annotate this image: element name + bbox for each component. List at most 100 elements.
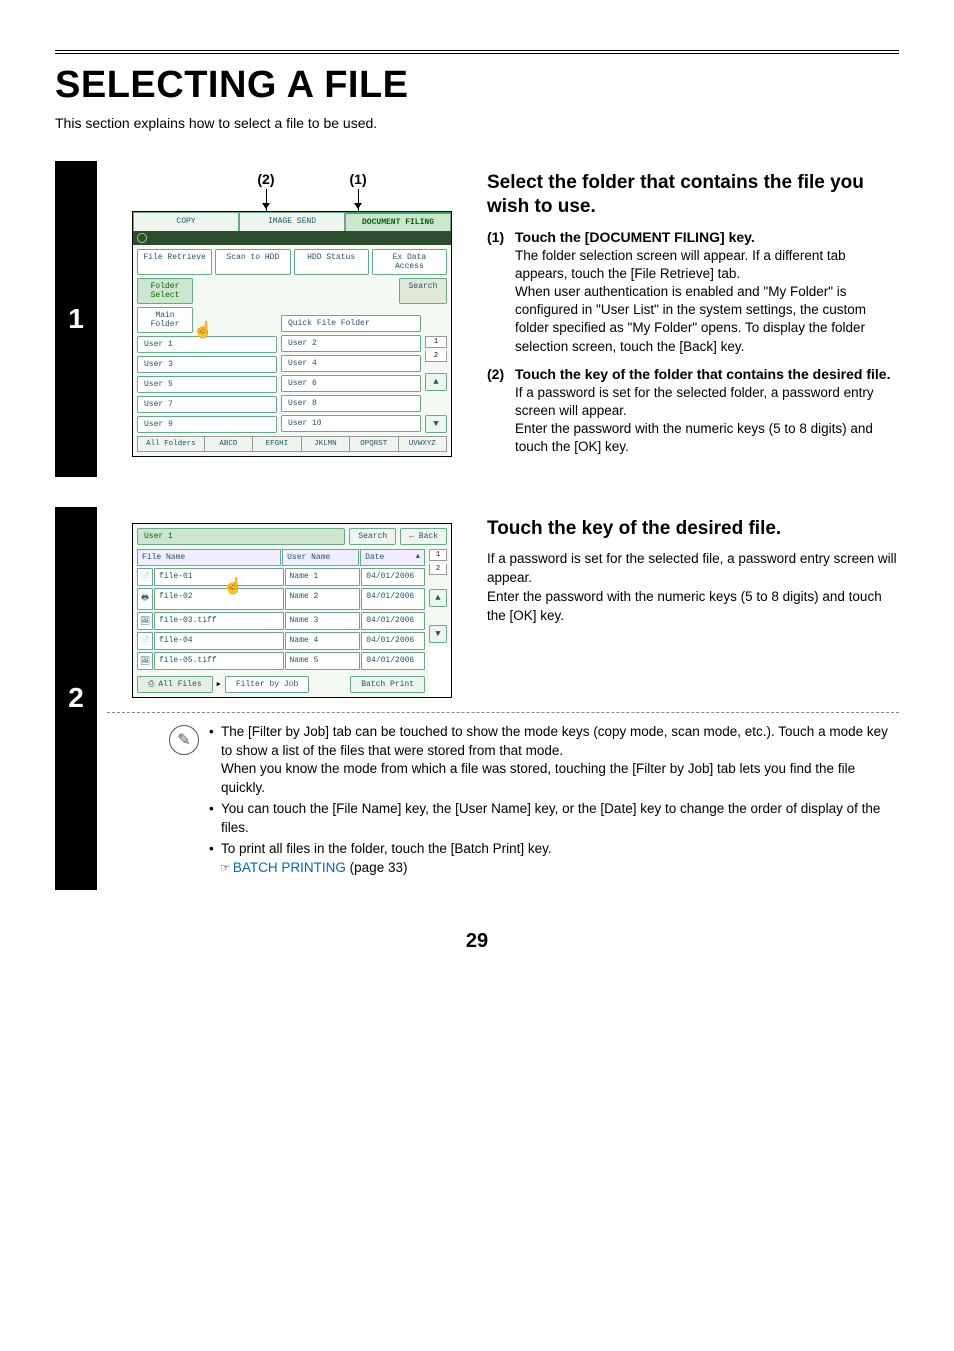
file-date-cell: 04/01/2006 bbox=[361, 568, 425, 586]
hdd-status-tab[interactable]: HDD Status bbox=[294, 249, 369, 275]
file-name-cell: file-01 bbox=[154, 568, 284, 586]
folder-user-9[interactable]: User 9 bbox=[137, 416, 277, 433]
folder-select-screenshot: COPY IMAGE SEND DOCUMENT FILING File Ret… bbox=[132, 211, 452, 457]
step-2-heading: Touch the key of the desired file. bbox=[487, 517, 899, 541]
tab-image-send[interactable]: IMAGE SEND bbox=[239, 212, 345, 231]
batch-print-button[interactable]: Batch Print bbox=[350, 676, 425, 693]
file-user-cell: Name 4 bbox=[285, 632, 361, 650]
file-row[interactable]: 🖼file-03.tiffName 304/01/2006 bbox=[137, 612, 425, 630]
folder-user-7[interactable]: User 7 bbox=[137, 396, 277, 413]
intro-text: This section explains how to select a fi… bbox=[55, 115, 899, 131]
file-row[interactable]: 📄file-01Name 104/01/2006 bbox=[137, 568, 425, 586]
file-user-cell: Name 3 bbox=[285, 612, 361, 630]
tab-copy[interactable]: COPY bbox=[133, 212, 239, 231]
filter-by-job-tab[interactable]: Filter by Job bbox=[225, 676, 309, 693]
clock-icon bbox=[137, 233, 147, 243]
sort-icon: ▲ bbox=[416, 553, 420, 561]
quick-file-folder-button[interactable]: Quick File Folder bbox=[281, 315, 421, 332]
header-user-name[interactable]: User Name bbox=[282, 549, 359, 566]
scan-to-hdd-tab[interactable]: Scan to HDD bbox=[215, 249, 290, 275]
sub-2-num: (2) bbox=[487, 366, 515, 382]
file-row[interactable]: 🖼file-05.tiffName 504/01/2006 bbox=[137, 652, 425, 670]
note-item-3: To print all files in the folder, touch … bbox=[209, 840, 899, 878]
alpha-tab-abcd[interactable]: ABCD bbox=[204, 436, 252, 452]
all-files-tab[interactable]: ⎙All Files bbox=[137, 676, 213, 693]
folder-name-label: User 1 bbox=[137, 528, 345, 545]
folder-select-label: Folder Select bbox=[137, 278, 193, 304]
callout-1: (1) bbox=[350, 171, 367, 205]
file-name-cell: file-02 bbox=[154, 588, 284, 610]
page-indicator-top: 1 bbox=[425, 336, 447, 348]
sub-2-body: If a password is set for the selected fo… bbox=[515, 384, 899, 457]
file-date-cell: 04/01/2006 bbox=[361, 612, 425, 630]
file-date-cell: 04/01/2006 bbox=[361, 588, 425, 610]
pencil-note-icon: ✎ bbox=[169, 725, 199, 755]
page-indicator-top: 1 bbox=[429, 549, 447, 561]
alpha-tab-uvwxyz[interactable]: UVWXYZ bbox=[398, 436, 447, 452]
file-retrieve-tab[interactable]: File Retrieve bbox=[137, 249, 212, 275]
batch-printing-link[interactable]: BATCH PRINTING bbox=[233, 860, 346, 875]
stack-icon: ⎙ bbox=[148, 680, 154, 689]
back-button[interactable]: ← Back bbox=[400, 528, 447, 545]
tab-document-filing[interactable]: DOCUMENT FILING bbox=[345, 212, 451, 231]
step-number-col: 2 bbox=[55, 507, 97, 890]
file-row[interactable]: 📄file-04Name 404/01/2006 bbox=[137, 632, 425, 650]
scroll-down-button[interactable]: ▼ bbox=[425, 415, 447, 433]
header-date[interactable]: Date▲ bbox=[360, 549, 425, 566]
note-item-1: The [Filter by Job] tab can be touched t… bbox=[209, 723, 899, 799]
chevron-right-icon: ▶ bbox=[217, 680, 221, 689]
search-button[interactable]: Search bbox=[399, 278, 447, 304]
file-list-screenshot: User 1 Search ← Back File Name User Name… bbox=[132, 523, 452, 698]
step-2-number: 2 bbox=[68, 682, 84, 714]
search-button[interactable]: Search bbox=[349, 528, 396, 545]
step-2-desc: If a password is set for the selected fi… bbox=[487, 550, 899, 626]
file-type-icon: 📄 bbox=[137, 568, 153, 586]
file-row[interactable]: 🖶file-02Name 204/01/2006 bbox=[137, 588, 425, 610]
note-item-2: You can touch the [File Name] key, the [… bbox=[209, 800, 899, 838]
scroll-up-button[interactable]: ▲ bbox=[425, 373, 447, 391]
step-1-heading: Select the folder that contains the file… bbox=[487, 171, 899, 219]
header-file-name[interactable]: File Name bbox=[137, 549, 281, 566]
file-user-cell: Name 5 bbox=[285, 652, 361, 670]
folder-user-10[interactable]: User 10 bbox=[281, 415, 421, 432]
main-folder-button[interactable]: Main Folder bbox=[137, 307, 193, 333]
sub-1-body: The folder selection screen will appear.… bbox=[515, 247, 899, 356]
page-title: SELECTING A FILE bbox=[55, 64, 899, 107]
file-date-cell: 04/01/2006 bbox=[361, 652, 425, 670]
file-date-cell: 04/01/2006 bbox=[361, 632, 425, 650]
scroll-up-button[interactable]: ▲ bbox=[429, 589, 447, 607]
file-user-cell: Name 1 bbox=[285, 568, 361, 586]
step-number-col: 1 bbox=[55, 161, 97, 477]
alpha-tab-jklmn[interactable]: JKLMN bbox=[301, 436, 349, 452]
dashed-separator bbox=[107, 712, 899, 713]
folder-user-1[interactable]: User 1 bbox=[137, 336, 277, 353]
file-type-icon: 🖼 bbox=[137, 612, 153, 630]
scroll-down-button[interactable]: ▼ bbox=[429, 625, 447, 643]
sub-1-num: (1) bbox=[487, 229, 515, 245]
file-user-cell: Name 2 bbox=[285, 588, 361, 610]
file-type-icon: 🖶 bbox=[137, 588, 153, 610]
step-1: 1 (2) (1) COPY IMAGE SEND DOCUMENT FILIN… bbox=[55, 161, 899, 477]
file-name-cell: file-03.tiff bbox=[154, 612, 284, 630]
file-name-cell: file-05.tiff bbox=[154, 652, 284, 670]
page-indicator-bottom: 2 bbox=[429, 564, 447, 575]
file-type-icon: 🖼 bbox=[137, 652, 153, 670]
folder-user-2[interactable]: User 2 bbox=[281, 335, 421, 352]
sub-1-title: Touch the [DOCUMENT FILING] key. bbox=[515, 229, 755, 245]
file-type-icon: 📄 bbox=[137, 632, 153, 650]
callout-2: (2) bbox=[257, 171, 274, 205]
alpha-tab-efghi[interactable]: EFGHI bbox=[252, 436, 300, 452]
page-indicator-bottom: 2 bbox=[425, 351, 447, 362]
folder-user-4[interactable]: User 4 bbox=[281, 355, 421, 372]
alpha-tab-all[interactable]: All Folders bbox=[137, 436, 204, 452]
folder-user-3[interactable]: User 3 bbox=[137, 356, 277, 373]
step-2: 2 User 1 Search ← Back File Name bbox=[55, 507, 899, 890]
step-1-number: 1 bbox=[68, 303, 84, 335]
alpha-tab-opqrst[interactable]: OPQRST bbox=[349, 436, 397, 452]
folder-user-6[interactable]: User 6 bbox=[281, 375, 421, 392]
folder-user-8[interactable]: User 8 bbox=[281, 395, 421, 412]
ex-data-access-tab[interactable]: Ex Data Access bbox=[372, 249, 447, 275]
page-number: 29 bbox=[55, 930, 899, 953]
sub-2-title: Touch the key of the folder that contain… bbox=[515, 366, 890, 382]
folder-user-5[interactable]: User 5 bbox=[137, 376, 277, 393]
